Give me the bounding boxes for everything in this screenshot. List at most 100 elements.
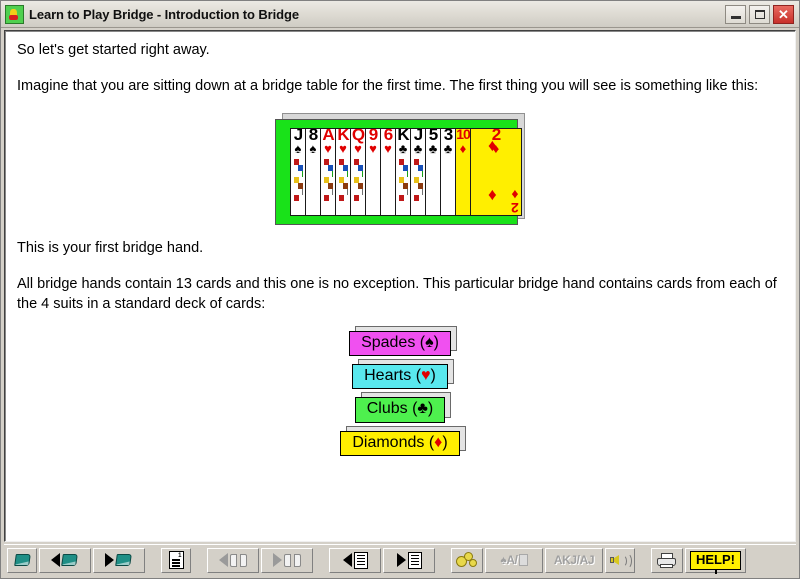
playing-card[interactable]: 10 ♦ <box>455 128 471 217</box>
paragraph-2: Imagine that you are sitting down at a b… <box>17 78 759 95</box>
card-suit-pip: ♠ <box>309 141 317 157</box>
card-suit-pip: ♥ <box>339 141 347 157</box>
page-icon <box>407 551 422 569</box>
minimize-button[interactable] <box>725 4 746 24</box>
back-arrow-icon <box>342 553 352 567</box>
toolbar-group-topics <box>207 547 315 573</box>
toolbar-group-pages <box>329 547 437 573</box>
court-card-art <box>413 157 423 213</box>
suit-button-clubs[interactable]: Clubs (♣) <box>354 397 446 423</box>
hearts-symbol-icon: ♥ <box>421 367 431 385</box>
card-corner-index: 2 ♦ <box>511 187 519 217</box>
card-suit-pip: ♥ <box>384 141 392 157</box>
court-card-art <box>338 157 348 213</box>
suit-button-label: Clubs ( <box>366 400 418 418</box>
playing-card[interactable]: J ♣ <box>410 128 426 217</box>
window-controls: ✕ <box>725 4 797 24</box>
suit-button-diamonds[interactable]: Diamonds (♦) <box>340 430 460 457</box>
toolbar-group-actions: HELP! <box>651 547 748 574</box>
suit-button-label-close: ) <box>442 433 448 451</box>
previous-page-button[interactable] <box>329 547 381 573</box>
suit-button-label: Diamonds ( <box>352 433 435 451</box>
gears-icon <box>456 552 478 568</box>
suit-button-diamonds-wrapper: Diamonds (♦) <box>340 425 466 457</box>
card-suit-pip: ♥ <box>354 141 362 157</box>
paragraph-3: This is your first bridge hand. <box>17 240 204 257</box>
minimize-icon <box>731 15 741 19</box>
card-suit-pip: ♠ <box>294 141 302 157</box>
suit-button-hearts-wrapper: Hearts (♥) <box>352 359 454 390</box>
index-button[interactable]: 1 <box>161 547 191 573</box>
playing-card[interactable]: 8 ♠ <box>305 128 321 217</box>
card-pip: ♦ <box>488 185 497 205</box>
card-suit-pip: ♣ <box>443 141 453 157</box>
card-suit-pip: ♣ <box>428 141 438 157</box>
playing-card[interactable]: K ♣ <box>395 128 411 217</box>
spades-symbol-icon: ♠ <box>425 333 434 351</box>
next-page-button[interactable] <box>383 547 435 573</box>
suit-button-label-close: ) <box>433 333 439 351</box>
card-back-icon <box>518 554 528 566</box>
suit-button-label: Hearts ( <box>364 367 422 385</box>
contents-book-button[interactable] <box>7 547 37 573</box>
forward-arrow-icon <box>273 553 282 567</box>
close-icon: ✕ <box>778 6 789 22</box>
court-card-art <box>323 157 333 213</box>
print-button[interactable] <box>651 547 683 573</box>
document-icon: 1 <box>168 551 184 569</box>
previous-topic-button[interactable] <box>207 547 259 573</box>
back-arrow-icon <box>219 553 228 567</box>
card-suit-pip: ♥ <box>324 141 332 157</box>
paragraph-1: So let's get started right away. <box>17 42 210 58</box>
next-chapter-button[interactable] <box>93 547 145 573</box>
playing-card[interactable]: K ♥ <box>335 128 351 217</box>
sound-button[interactable] <box>605 547 635 573</box>
card-notation-button[interactable]: ♠A/ <box>485 547 543 573</box>
playing-card[interactable]: A ♥ <box>320 128 336 217</box>
court-card-art <box>398 157 408 213</box>
card-suit-pip: ♦ <box>459 141 467 157</box>
forward-arrow-icon <box>396 553 406 567</box>
bridge-hand-figure: J ♠ 8 ♠ A ♥ K ♥ Q ♥ 9 ♥ 6 ♥ K ♣ J ♣ 5 ♣ 3 ♣ 10 ♦ 2 ♦ ♦ ♦ 2 ♦ <box>17 113 783 226</box>
close-button[interactable]: ✕ <box>773 4 794 24</box>
book-icon <box>116 553 133 567</box>
options-button[interactable] <box>451 547 483 573</box>
playing-card[interactable]: Q ♥ <box>350 128 366 217</box>
card-notation-label: ♠A/ <box>500 553 518 567</box>
suit-button-list: Spades (♠) Hearts (♥) Clubs (♣) Diamonds (♦… <box>17 325 783 457</box>
playing-card[interactable]: 6 ♥ <box>380 128 396 217</box>
application-window: Learn to Play Bridge - Introduction to B… <box>0 0 800 579</box>
previous-chapter-button[interactable] <box>39 547 91 573</box>
card-suit-pip: ♣ <box>398 141 408 157</box>
bridge-app-icon <box>5 4 24 24</box>
paragraph-4: All bridge hands contain 13 cards and th… <box>17 276 777 312</box>
suit-button-clubs-wrapper: Clubs (♣) <box>354 392 452 423</box>
court-card-art <box>353 157 363 213</box>
title-bar: Learn to Play Bridge - Introduction to B… <box>1 1 799 28</box>
page-icon <box>353 551 368 569</box>
suit-button-label-close: ) <box>427 400 434 418</box>
suit-button-label-close: ) <box>430 367 436 385</box>
toolbar-group-chapters <box>7 547 147 573</box>
playing-card[interactable]: 5 ♣ <box>425 128 441 217</box>
suit-button-hearts[interactable]: Hearts (♥) <box>352 364 448 390</box>
speaker-icon <box>610 552 632 569</box>
hand-notation-button[interactable]: AKJ/AJ <box>545 547 603 573</box>
card-pip: ♦ <box>488 136 497 156</box>
playing-card[interactable]: 2 ♦ ♦ ♦ 2 ♦ <box>470 128 522 217</box>
card-suit-pip: ♣ <box>413 141 423 157</box>
playing-card[interactable]: 3 ♣ <box>440 128 456 217</box>
clubs-symbol-icon: ♣ <box>417 400 428 418</box>
help-button[interactable]: HELP! <box>685 547 746 574</box>
maximize-button[interactable] <box>749 4 770 24</box>
help-label: HELP! <box>690 550 741 574</box>
playing-card[interactable]: 9 ♥ <box>365 128 381 217</box>
suit-button-spades[interactable]: Spades (♠) <box>349 330 451 357</box>
next-topic-button[interactable] <box>261 547 313 573</box>
open-book-icon <box>284 553 301 568</box>
open-book-icon <box>230 553 247 568</box>
window-title: Learn to Play Bridge - Introduction to B… <box>29 6 299 22</box>
playing-card[interactable]: J ♠ <box>290 128 306 217</box>
forward-arrow-icon <box>105 553 114 567</box>
printer-icon <box>656 552 678 569</box>
